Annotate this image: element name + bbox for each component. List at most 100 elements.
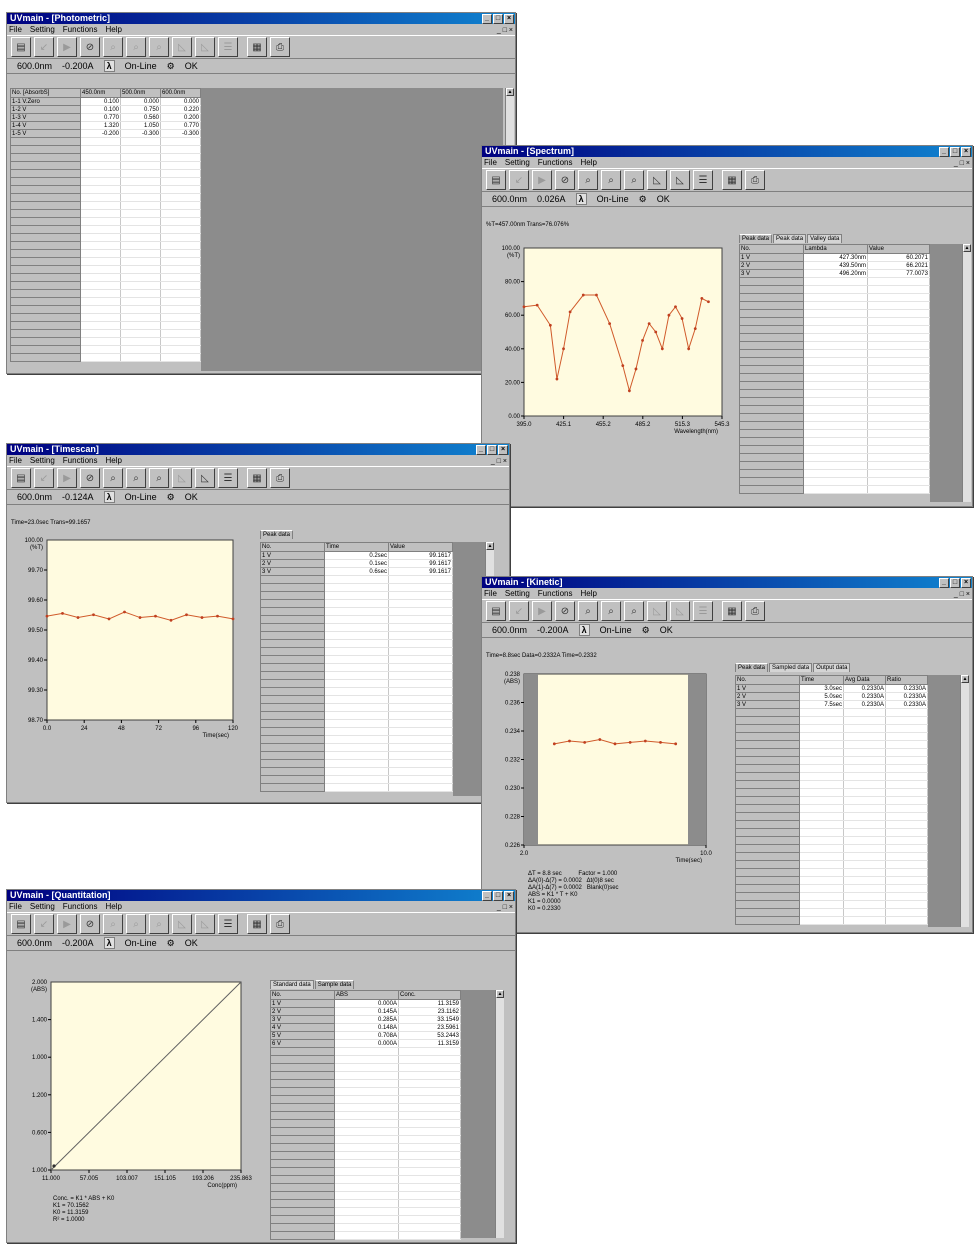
print-icon[interactable]: ⎙ [745, 170, 765, 190]
table-row[interactable]: 1 V 427.30nm 60.2071 [739, 253, 930, 262]
empty-table-row[interactable] [10, 353, 201, 362]
menu-functions[interactable]: Functions [538, 157, 573, 168]
empty-table-row[interactable] [260, 703, 453, 712]
empty-table-row[interactable] [735, 892, 928, 901]
empty-table-row[interactable] [260, 767, 453, 776]
auto-zero-icon[interactable]: ↙ [509, 170, 529, 190]
menu-help[interactable]: Help [580, 157, 596, 168]
maximize-button[interactable]: □ [950, 147, 960, 157]
empty-table-row[interactable] [739, 349, 930, 358]
empty-table-row[interactable] [260, 759, 453, 768]
table-row[interactable]: 2 V 0.1sec 99.1617 [260, 559, 453, 568]
print-icon[interactable]: ⎙ [270, 914, 290, 934]
maximize-button[interactable]: □ [493, 14, 503, 24]
save-icon[interactable]: ▦ [722, 170, 742, 190]
maximize-button[interactable]: □ [487, 445, 497, 455]
empty-table-row[interactable] [270, 1047, 461, 1056]
empty-table-row[interactable] [270, 1135, 461, 1144]
empty-table-row[interactable] [260, 751, 453, 760]
empty-table-row[interactable] [270, 1071, 461, 1080]
zoom-icon[interactable]: ⌕ [103, 914, 123, 934]
empty-table-row[interactable] [260, 631, 453, 640]
empty-table-row[interactable] [270, 1183, 461, 1192]
menu-setting[interactable]: Setting [505, 157, 530, 168]
empty-table-row[interactable] [260, 615, 453, 624]
column-header[interactable]: 500.0nm [120, 88, 161, 98]
empty-table-row[interactable] [10, 185, 201, 194]
close-button[interactable]: × [504, 891, 514, 901]
table-row[interactable]: 1-1 V.Zero 0.100 0.000 0.000 [10, 97, 201, 106]
save-icon[interactable]: ▦ [247, 914, 267, 934]
list-icon[interactable]: ☰ [693, 601, 713, 621]
cursor-icon[interactable]: ⌕ [149, 37, 169, 57]
empty-table-row[interactable] [735, 900, 928, 909]
empty-table-row[interactable] [735, 724, 928, 733]
empty-table-row[interactable] [270, 1111, 461, 1120]
scroll-up-icon[interactable]: ▲ [496, 990, 504, 998]
menu-setting[interactable]: Setting [505, 588, 530, 599]
print-icon[interactable]: ⎙ [270, 468, 290, 488]
empty-table-row[interactable] [260, 575, 453, 584]
zoom-icon[interactable]: ⌕ [578, 170, 598, 190]
empty-table-row[interactable] [270, 1055, 461, 1064]
empty-table-row[interactable] [739, 333, 930, 342]
empty-table-row[interactable] [735, 764, 928, 773]
empty-table-row[interactable] [739, 341, 930, 350]
table-row[interactable]: 1-4 V 1.320 1.050 0.770 [10, 121, 201, 130]
menu-setting[interactable]: Setting [30, 24, 55, 35]
start-icon[interactable]: ▶ [532, 601, 552, 621]
empty-table-row[interactable] [739, 461, 930, 470]
empty-table-row[interactable] [10, 273, 201, 282]
empty-table-row[interactable] [10, 329, 201, 338]
table-row[interactable]: 1 V 0.000A 11.3159 [270, 999, 461, 1008]
table-row[interactable]: 4 V 0.148A 23.5961 [270, 1023, 461, 1032]
empty-table-row[interactable] [260, 687, 453, 696]
empty-table-row[interactable] [260, 623, 453, 632]
empty-table-row[interactable] [270, 1079, 461, 1088]
start-icon[interactable]: ▶ [57, 914, 77, 934]
empty-table-row[interactable] [270, 1231, 461, 1240]
empty-table-row[interactable] [10, 249, 201, 258]
empty-table-row[interactable] [739, 293, 930, 302]
stop-icon[interactable]: ⊘ [80, 37, 100, 57]
empty-table-row[interactable] [270, 1119, 461, 1128]
zoom-out-icon[interactable]: ⌕ [601, 601, 621, 621]
close-button[interactable]: × [961, 578, 971, 588]
empty-table-row[interactable] [739, 453, 930, 462]
empty-table-row[interactable] [735, 828, 928, 837]
empty-table-row[interactable] [10, 217, 201, 226]
empty-table-row[interactable] [735, 788, 928, 797]
start-icon[interactable]: ▶ [57, 468, 77, 488]
empty-table-row[interactable] [10, 193, 201, 202]
table-row[interactable]: 6 V 0.000A 11.3159 [270, 1039, 461, 1048]
table-row[interactable]: 3 V 0.6sec 99.1617 [260, 567, 453, 576]
column-header[interactable]: No. [735, 675, 800, 685]
menu-functions[interactable]: Functions [538, 588, 573, 599]
menu-setting[interactable]: Setting [30, 455, 55, 466]
lambda-icon[interactable]: λ [575, 193, 587, 205]
column-header[interactable]: Value [867, 244, 930, 254]
empty-table-row[interactable] [10, 201, 201, 210]
cursor-icon[interactable]: ⌕ [624, 601, 644, 621]
empty-table-row[interactable] [270, 1175, 461, 1184]
empty-table-row[interactable] [739, 317, 930, 326]
minimize-button[interactable]: _ [482, 891, 492, 901]
table-row[interactable]: 3 V 7.5sec 0.2330A 0.2330A [735, 700, 928, 709]
empty-table-row[interactable] [10, 153, 201, 162]
empty-table-row[interactable] [260, 783, 453, 792]
lambda-icon[interactable]: λ [578, 624, 590, 636]
table-row[interactable]: 1-3 V 0.770 0.560 0.200 [10, 113, 201, 122]
scroll-up-icon[interactable]: ▲ [963, 244, 971, 252]
empty-table-row[interactable] [735, 756, 928, 765]
graph-icon[interactable]: ◺ [172, 468, 192, 488]
column-header[interactable]: No. [260, 542, 325, 552]
tab-peak-data-2[interactable]: Peak data [773, 234, 807, 243]
lambda-icon[interactable]: λ [103, 491, 115, 503]
auto-zero-icon[interactable]: ↙ [34, 468, 54, 488]
start-icon[interactable]: ▶ [532, 170, 552, 190]
menu-file[interactable]: File [484, 157, 497, 168]
close-button[interactable]: × [498, 445, 508, 455]
empty-table-row[interactable] [739, 389, 930, 398]
timescan-chart[interactable]: 99.70 99.60 99.50 99.40 99.30 98.70 0.0 24 48 72 9… [11, 530, 257, 796]
empty-table-row[interactable] [735, 732, 928, 741]
